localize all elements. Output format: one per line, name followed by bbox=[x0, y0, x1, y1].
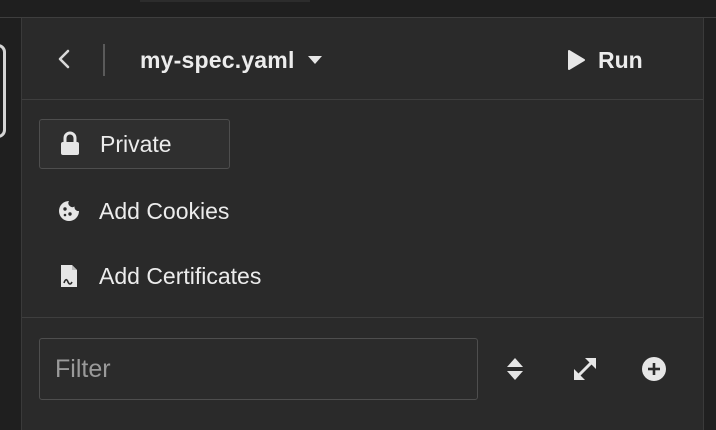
left-sidebar-edge bbox=[0, 18, 22, 430]
cookie-icon bbox=[39, 199, 99, 223]
caret-down-icon bbox=[307, 56, 322, 64]
add-certificates-label: Add Certificates bbox=[99, 262, 262, 289]
request-options: Private Add Cookies Add Certificates bbox=[22, 101, 703, 318]
sort-icon bbox=[507, 358, 523, 380]
add-cookies-button[interactable]: Add Cookies bbox=[39, 189, 229, 233]
chevron-left-icon bbox=[58, 49, 70, 69]
plus-circle-icon bbox=[642, 357, 666, 381]
filter-bar bbox=[22, 319, 703, 430]
filter-input[interactable] bbox=[39, 338, 478, 400]
certificate-file-icon bbox=[39, 263, 99, 289]
run-label: Run bbox=[598, 46, 643, 73]
spec-name: my-spec.yaml bbox=[140, 46, 295, 73]
private-label: Private bbox=[100, 130, 172, 157]
private-toggle-button[interactable]: Private bbox=[39, 119, 230, 169]
lock-icon bbox=[40, 131, 100, 157]
expand-icon bbox=[574, 358, 596, 380]
add-certificates-button[interactable]: Add Certificates bbox=[39, 254, 261, 298]
header-divider bbox=[103, 44, 105, 76]
panel-header: my-spec.yaml Run bbox=[22, 18, 703, 100]
tab-indicator bbox=[140, 0, 310, 2]
request-panel: my-spec.yaml Run Private Add Cookies Add… bbox=[22, 18, 703, 430]
add-button[interactable] bbox=[638, 353, 670, 385]
play-icon bbox=[568, 50, 585, 70]
expand-button[interactable] bbox=[569, 353, 601, 385]
right-edge bbox=[703, 18, 716, 430]
top-tab-strip bbox=[0, 0, 716, 18]
spec-selector[interactable]: my-spec.yaml bbox=[140, 42, 323, 78]
add-cookies-label: Add Cookies bbox=[99, 197, 230, 224]
sidebar-handle[interactable] bbox=[0, 44, 6, 138]
sort-button[interactable] bbox=[499, 353, 531, 385]
back-button[interactable] bbox=[52, 44, 76, 74]
run-button[interactable]: Run bbox=[566, 42, 643, 78]
